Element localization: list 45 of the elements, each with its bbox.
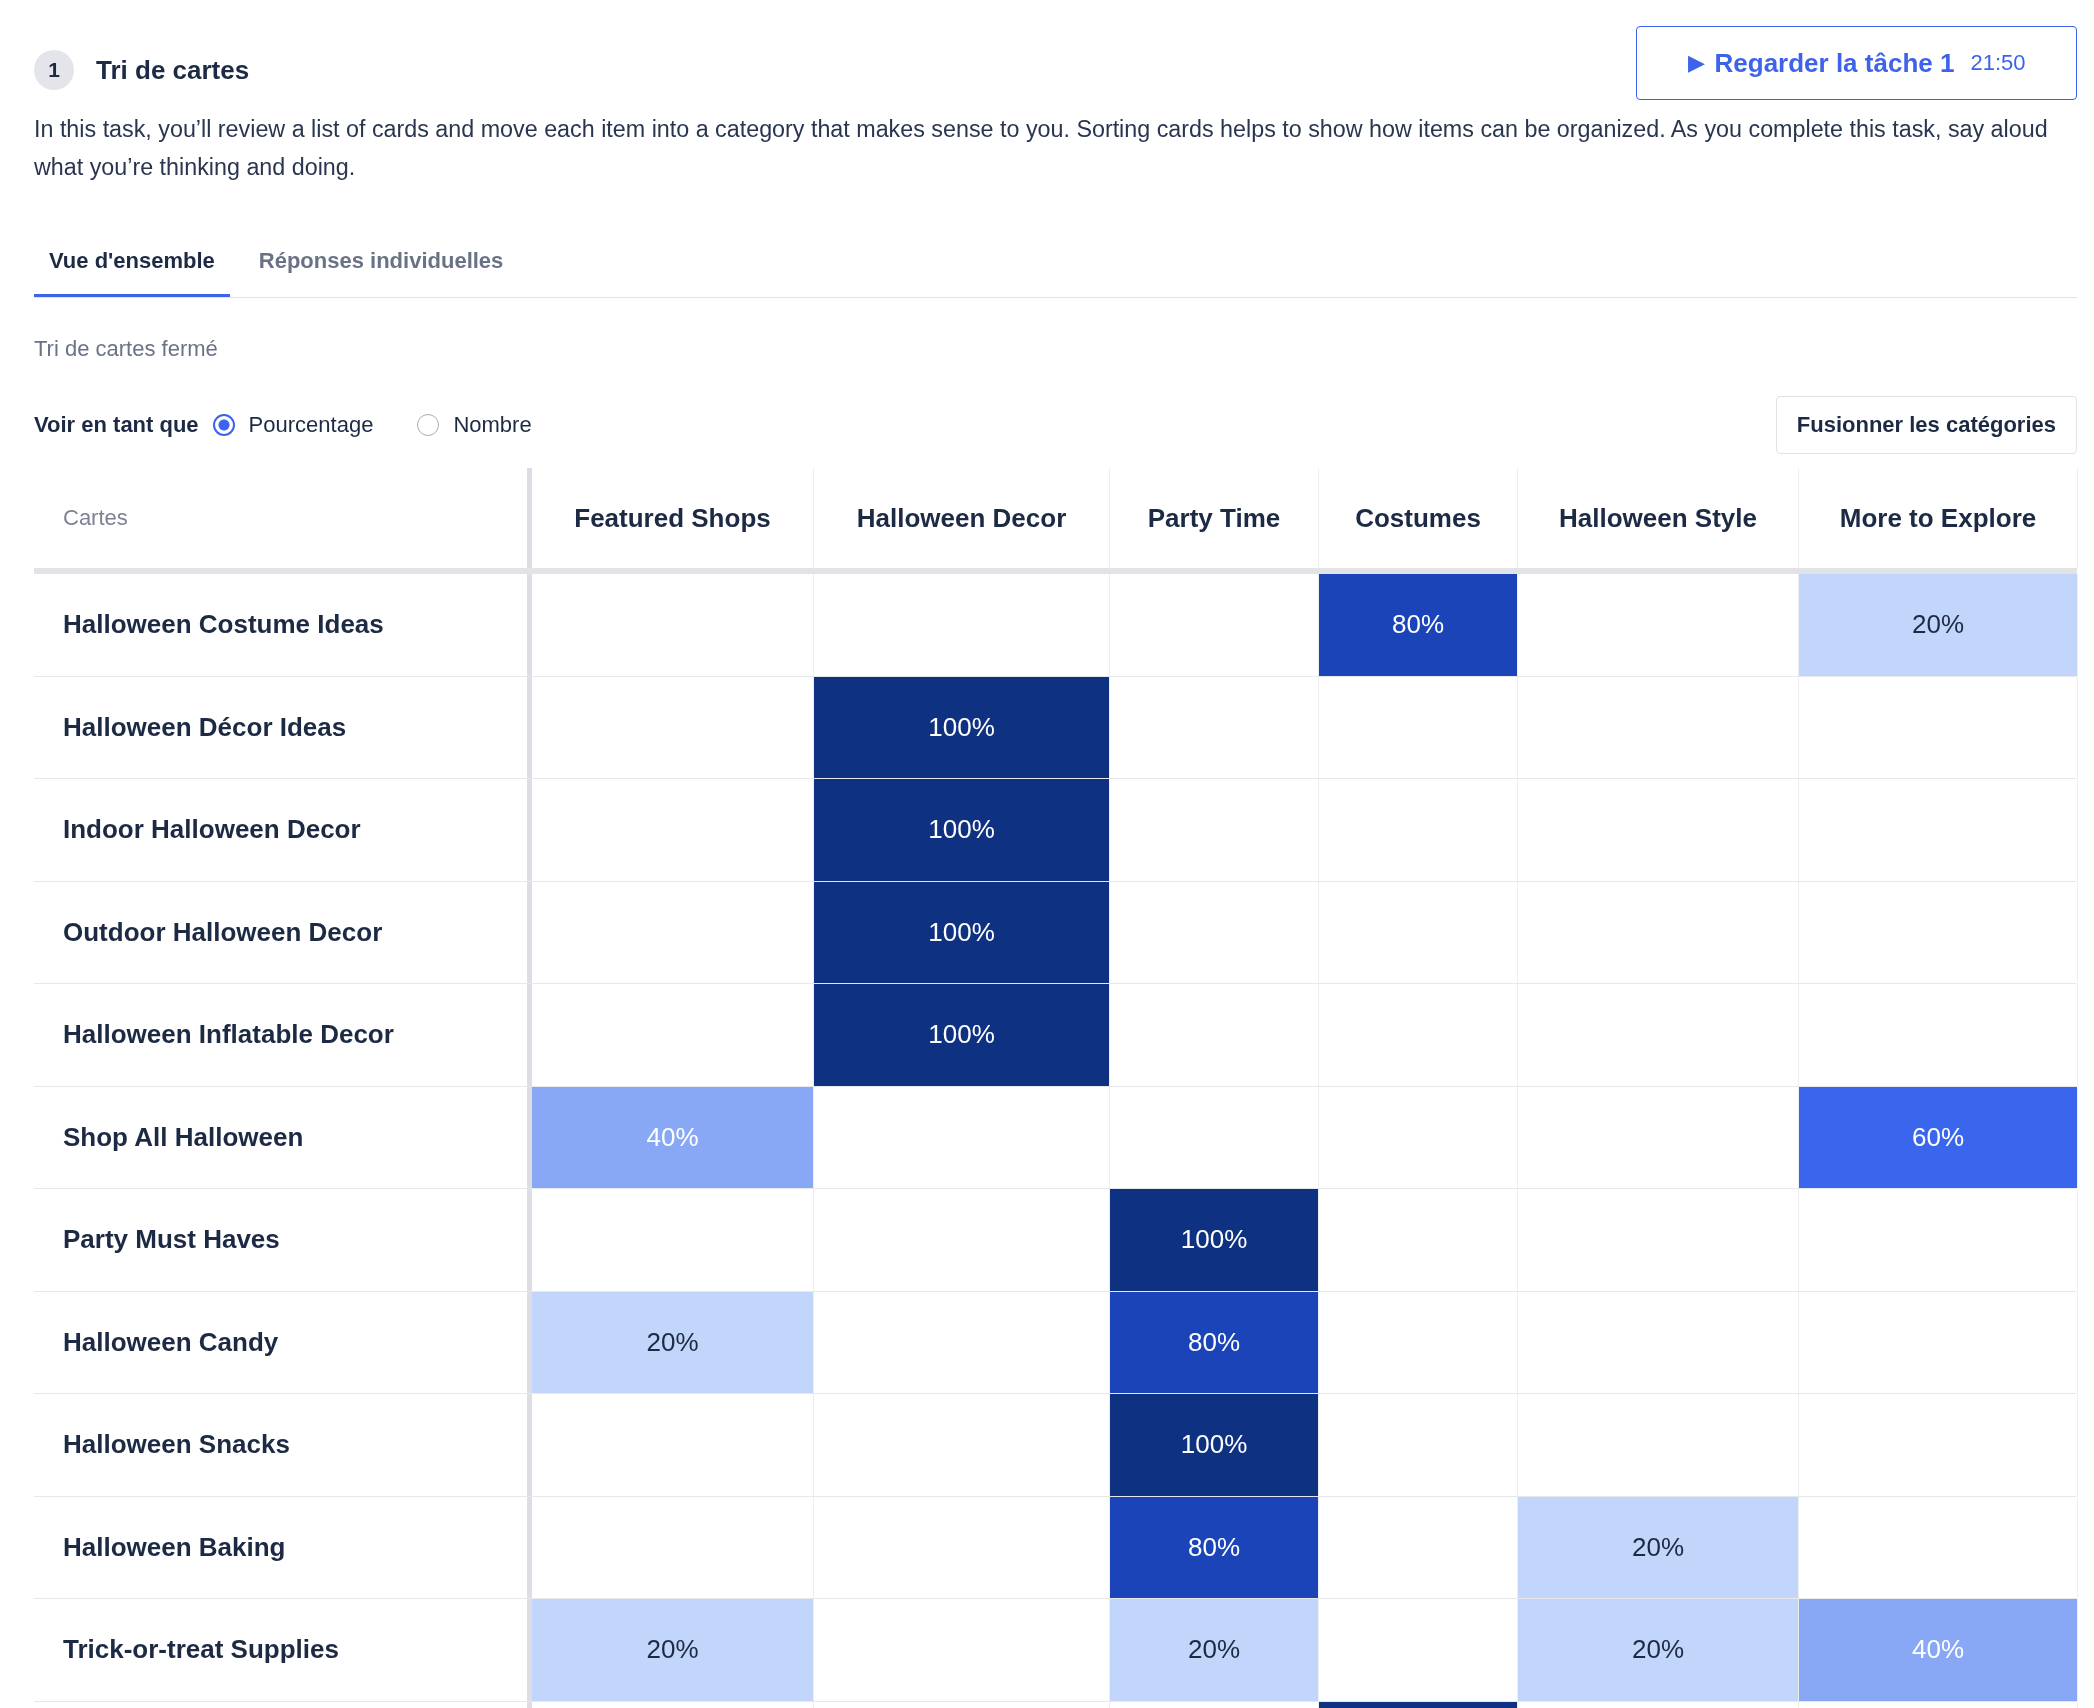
percentage-cell: 80% [1110, 1291, 1319, 1393]
view-as-label: Voir en tant que [34, 412, 199, 438]
percentage-cell: 40% [1799, 1599, 2078, 1701]
radio-option[interactable]: Pourcentage [212, 412, 374, 438]
card-name-cell: Indoor Halloween Decor [34, 779, 532, 881]
column-header: Party Time [1110, 468, 1319, 568]
percentage-cell: 100% [814, 984, 1110, 1086]
column-header: More to Explore [1799, 468, 2078, 568]
tab[interactable]: Réponses individuelles [243, 236, 519, 297]
percentage-cell: 20% [1110, 1599, 1319, 1701]
percentage-cell: 100% [814, 676, 1110, 778]
column-header: Halloween Decor [814, 468, 1110, 568]
percentage-cell: 80% [1110, 1496, 1319, 1598]
percentage-cell: 100% [1110, 1394, 1319, 1496]
percentage-cell: 60% [1799, 1086, 2078, 1188]
column-header: Costumes [1319, 468, 1518, 568]
card-name-cell: Halloween Costume Ideas [34, 574, 532, 676]
percentage-cell: 40% [532, 1086, 814, 1188]
card-name-cell: Halloween Inflatable Decor [34, 984, 532, 1086]
percentage-cell: 20% [532, 1599, 814, 1701]
task-number-badge: 1 [34, 50, 74, 90]
radio-option[interactable]: Nombre [417, 412, 532, 438]
card-name-cell: Halloween Snacks [34, 1394, 532, 1496]
percentage-cell: 80% [1319, 574, 1518, 676]
watch-task-button[interactable]: ▶ Regarder la tâche 1 21:50 [1636, 26, 2077, 100]
percentage-cell: 100% [814, 881, 1110, 983]
task-description: In this task, you’ll review a list of cards and move each item into a category that makes sense to you. Sorting cards helps to show how items can be organized. As you complete this task, say aloud what you’re thinking and doing. [34, 115, 2049, 182]
column-header: Cartes [34, 468, 532, 568]
percentage-cell: 20% [1518, 1496, 1799, 1598]
column-header: Featured Shops [532, 468, 814, 568]
percentage-cell: 20% [1518, 1599, 1799, 1701]
card-name-cell: Outdoor Halloween Decor [34, 881, 532, 983]
card-name-cell: Party Must Haves [34, 1189, 532, 1291]
card-name-cell: Halloween Décor Ideas [34, 676, 532, 778]
sort-type-label: Tri de cartes fermé [34, 336, 219, 362]
card-name-cell: Halloween Baking [34, 1496, 532, 1598]
tab[interactable]: Vue d'ensemble [34, 236, 230, 297]
column-header: Halloween Style [1518, 468, 1799, 568]
radio-circle-icon[interactable] [212, 414, 235, 436]
merge-categories-button[interactable]: Fusionner les catégories [1775, 396, 2077, 454]
percentage-cell: 20% [532, 1291, 814, 1393]
percentage-cell: 100% [814, 779, 1110, 881]
task-title: Tri de cartes [96, 54, 250, 86]
percentage-cell: 100% [1110, 1189, 1319, 1291]
percentage-cell: 20% [1799, 574, 2078, 676]
